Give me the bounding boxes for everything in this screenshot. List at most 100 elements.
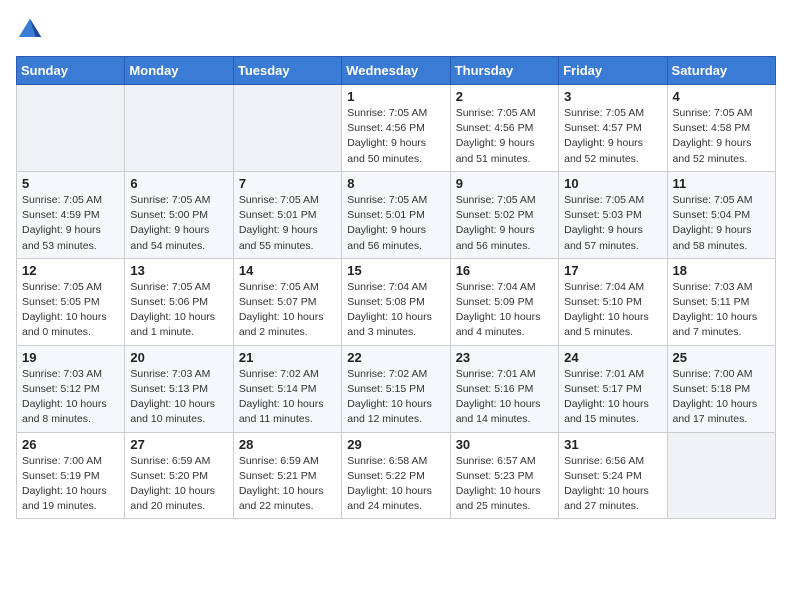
day-info: Sunrise: 7:00 AMSunset: 5:18 PMDaylight:… (673, 367, 770, 428)
day-info: Sunrise: 6:59 AMSunset: 5:20 PMDaylight:… (130, 454, 227, 515)
day-info: Sunrise: 7:01 AMSunset: 5:16 PMDaylight:… (456, 367, 553, 428)
day-info: Sunrise: 7:05 AMSunset: 5:06 PMDaylight:… (130, 280, 227, 341)
day-number: 11 (673, 176, 770, 191)
day-info: Sunrise: 6:59 AMSunset: 5:21 PMDaylight:… (239, 454, 336, 515)
day-info: Sunrise: 7:04 AMSunset: 5:10 PMDaylight:… (564, 280, 661, 341)
day-number: 2 (456, 89, 553, 104)
page-header (16, 16, 776, 44)
day-number: 28 (239, 437, 336, 452)
day-info: Sunrise: 6:56 AMSunset: 5:24 PMDaylight:… (564, 454, 661, 515)
calendar-cell: 3 Sunrise: 7:05 AMSunset: 4:57 PMDaylight… (559, 85, 667, 172)
calendar-cell: 23 Sunrise: 7:01 AMSunset: 5:16 PMDayligh… (450, 345, 558, 432)
calendar-cell: 24 Sunrise: 7:01 AMSunset: 5:17 PMDayligh… (559, 345, 667, 432)
day-number: 24 (564, 350, 661, 365)
day-number: 23 (456, 350, 553, 365)
day-info: Sunrise: 7:05 AMSunset: 4:57 PMDaylight:… (564, 106, 661, 167)
weekday-header-row: SundayMondayTuesdayWednesdayThursdayFrid… (17, 57, 776, 85)
day-info: Sunrise: 6:57 AMSunset: 5:23 PMDaylight:… (456, 454, 553, 515)
weekday-header: Thursday (450, 57, 558, 85)
day-number: 1 (347, 89, 444, 104)
day-info: Sunrise: 7:05 AMSunset: 4:56 PMDaylight:… (456, 106, 553, 167)
day-number: 29 (347, 437, 444, 452)
weekday-header: Wednesday (342, 57, 450, 85)
calendar-cell: 7Sunrise: 7:05 AMSunset: 5:01 PMDaylight… (233, 171, 341, 258)
calendar-cell: 29 Sunrise: 6:58 AMSunset: 5:22 PMDayligh… (342, 432, 450, 519)
calendar-cell: 6Sunrise: 7:05 AMSunset: 5:00 PMDaylight… (125, 171, 233, 258)
day-number: 26 (22, 437, 119, 452)
day-info: Sunrise: 7:05 AMSunset: 5:05 PMDaylight:… (22, 280, 119, 341)
day-info: Sunrise: 7:02 AMSunset: 5:14 PMDaylight:… (239, 367, 336, 428)
calendar-cell: 1 Sunrise: 7:05 AMSunset: 4:56 PMDaylight… (342, 85, 450, 172)
day-number: 4 (673, 89, 770, 104)
calendar-cell: 5Sunrise: 7:05 AMSunset: 4:59 PMDaylight… (17, 171, 125, 258)
day-number: 10 (564, 176, 661, 191)
day-info: Sunrise: 7:02 AMSunset: 5:15 PMDaylight:… (347, 367, 444, 428)
day-info: Sunrise: 7:05 AMSunset: 4:56 PMDaylight:… (347, 106, 444, 167)
weekday-header: Monday (125, 57, 233, 85)
calendar-week-row: 1 Sunrise: 7:05 AMSunset: 4:56 PMDaylight… (17, 85, 776, 172)
calendar-cell: 16 Sunrise: 7:04 AMSunset: 5:09 PMDayligh… (450, 258, 558, 345)
calendar-cell (233, 85, 341, 172)
calendar-cell: 9Sunrise: 7:05 AMSunset: 5:02 PMDaylight… (450, 171, 558, 258)
day-number: 6 (130, 176, 227, 191)
calendar-cell: 31Sunrise: 6:56 AMSunset: 5:24 PMDayligh… (559, 432, 667, 519)
calendar-cell: 28 Sunrise: 6:59 AMSunset: 5:21 PMDayligh… (233, 432, 341, 519)
day-info: Sunrise: 7:01 AMSunset: 5:17 PMDaylight:… (564, 367, 661, 428)
calendar-cell: 20 Sunrise: 7:03 AMSunset: 5:13 PMDayligh… (125, 345, 233, 432)
calendar-cell: 14 Sunrise: 7:05 AMSunset: 5:07 PMDayligh… (233, 258, 341, 345)
day-number: 22 (347, 350, 444, 365)
day-info: Sunrise: 7:05 AMSunset: 5:02 PMDaylight:… (456, 193, 553, 254)
day-info: Sunrise: 7:03 AMSunset: 5:12 PMDaylight:… (22, 367, 119, 428)
day-info: Sunrise: 7:04 AMSunset: 5:09 PMDaylight:… (456, 280, 553, 341)
calendar-cell: 21Sunrise: 7:02 AMSunset: 5:14 PMDayligh… (233, 345, 341, 432)
calendar-cell (667, 432, 775, 519)
calendar-cell: 19 Sunrise: 7:03 AMSunset: 5:12 PMDayligh… (17, 345, 125, 432)
day-number: 14 (239, 263, 336, 278)
calendar-cell: 26 Sunrise: 7:00 AMSunset: 5:19 PMDayligh… (17, 432, 125, 519)
day-number: 15 (347, 263, 444, 278)
calendar-cell: 11 Sunrise: 7:05 AMSunset: 5:04 PMDayligh… (667, 171, 775, 258)
calendar-cell: 27 Sunrise: 6:59 AMSunset: 5:20 PMDayligh… (125, 432, 233, 519)
day-info: Sunrise: 6:58 AMSunset: 5:22 PMDaylight:… (347, 454, 444, 515)
calendar-cell: 22 Sunrise: 7:02 AMSunset: 5:15 PMDayligh… (342, 345, 450, 432)
day-info: Sunrise: 7:03 AMSunset: 5:11 PMDaylight:… (673, 280, 770, 341)
day-number: 13 (130, 263, 227, 278)
day-info: Sunrise: 7:03 AMSunset: 5:13 PMDaylight:… (130, 367, 227, 428)
calendar-table: SundayMondayTuesdayWednesdayThursdayFrid… (16, 56, 776, 519)
day-number: 27 (130, 437, 227, 452)
logo-icon (16, 16, 44, 44)
logo (16, 16, 48, 44)
calendar-week-row: 5Sunrise: 7:05 AMSunset: 4:59 PMDaylight… (17, 171, 776, 258)
day-number: 30 (456, 437, 553, 452)
calendar-cell (125, 85, 233, 172)
day-number: 19 (22, 350, 119, 365)
day-number: 16 (456, 263, 553, 278)
weekday-header: Friday (559, 57, 667, 85)
day-info: Sunrise: 7:05 AMSunset: 5:07 PMDaylight:… (239, 280, 336, 341)
day-number: 17 (564, 263, 661, 278)
calendar-week-row: 19 Sunrise: 7:03 AMSunset: 5:12 PMDayligh… (17, 345, 776, 432)
day-number: 5 (22, 176, 119, 191)
day-number: 7 (239, 176, 336, 191)
calendar-cell: 15 Sunrise: 7:04 AMSunset: 5:08 PMDayligh… (342, 258, 450, 345)
day-number: 3 (564, 89, 661, 104)
calendar-cell: 10 Sunrise: 7:05 AMSunset: 5:03 PMDayligh… (559, 171, 667, 258)
weekday-header: Tuesday (233, 57, 341, 85)
calendar-cell: 4 Sunrise: 7:05 AMSunset: 4:58 PMDaylight… (667, 85, 775, 172)
calendar-cell: 8Sunrise: 7:05 AMSunset: 5:01 PMDaylight… (342, 171, 450, 258)
day-info: Sunrise: 7:05 AMSunset: 5:04 PMDaylight:… (673, 193, 770, 254)
calendar-cell: 30 Sunrise: 6:57 AMSunset: 5:23 PMDayligh… (450, 432, 558, 519)
day-number: 18 (673, 263, 770, 278)
calendar-cell: 18 Sunrise: 7:03 AMSunset: 5:11 PMDayligh… (667, 258, 775, 345)
day-number: 8 (347, 176, 444, 191)
day-info: Sunrise: 7:05 AMSunset: 5:03 PMDaylight:… (564, 193, 661, 254)
day-info: Sunrise: 7:05 AMSunset: 4:58 PMDaylight:… (673, 106, 770, 167)
calendar-cell: 25Sunrise: 7:00 AMSunset: 5:18 PMDayligh… (667, 345, 775, 432)
day-info: Sunrise: 7:00 AMSunset: 5:19 PMDaylight:… (22, 454, 119, 515)
calendar-cell: 2 Sunrise: 7:05 AMSunset: 4:56 PMDaylight… (450, 85, 558, 172)
calendar-cell: 12 Sunrise: 7:05 AMSunset: 5:05 PMDayligh… (17, 258, 125, 345)
day-number: 12 (22, 263, 119, 278)
day-info: Sunrise: 7:04 AMSunset: 5:08 PMDaylight:… (347, 280, 444, 341)
calendar-week-row: 26 Sunrise: 7:00 AMSunset: 5:19 PMDayligh… (17, 432, 776, 519)
day-number: 20 (130, 350, 227, 365)
